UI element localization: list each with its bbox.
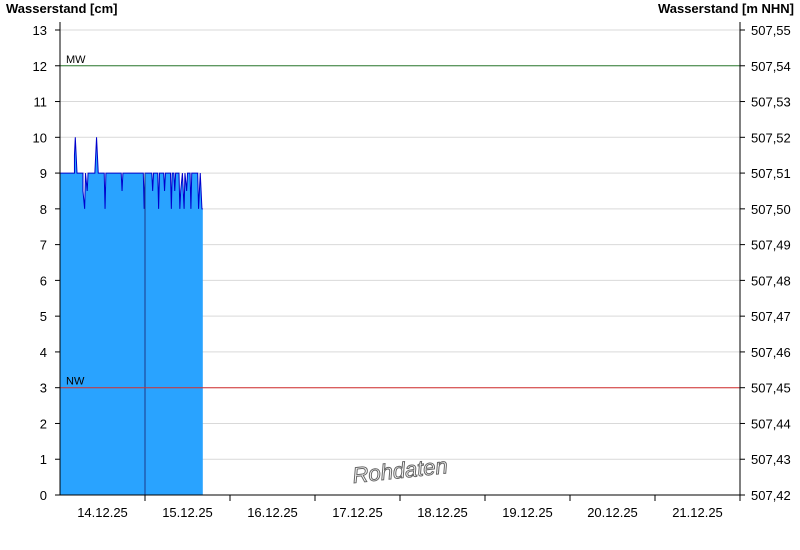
watermark-rohdaten: Rohdaten [351,453,449,488]
y-tick-label-left: 8 [40,202,47,217]
y-tick-label-left: 3 [40,381,47,396]
y-tick-label-right: 507,47 [751,309,791,324]
reference-label-nw: NW [66,376,85,388]
y-tick-label-right: 507,52 [751,130,791,145]
y-tick-label-left: 0 [40,488,47,503]
y-tick-label-right: 507,44 [751,416,791,431]
y-tick-label-left: 11 [34,95,48,110]
water-level-area [60,137,203,496]
y-tick-label-right: 507,51 [751,166,791,181]
y-tick-label-left: 2 [40,416,47,431]
y-tick-label-left: 12 [33,59,47,74]
x-tick-label: 21.12.25 [672,505,723,520]
y-tick-label-left: 5 [40,309,47,324]
y-tick-label-left: 1 [40,452,47,467]
y-tick-label-right: 507,50 [751,202,791,217]
y-tick-label-right: 507,55 [751,23,791,38]
reference-label-mw: MW [66,54,86,66]
y-tick-label-left: 13 [33,23,47,38]
y-tick-label-right: 507,43 [751,452,791,467]
y-tick-label-left: 10 [33,130,47,145]
y-tick-label-right: 507,54 [751,59,791,74]
y-tick-label-right: 507,49 [751,238,791,253]
x-tick-label: 20.12.25 [587,505,638,520]
x-tick-label: 15.12.25 [162,505,213,520]
y-tick-label-left: 4 [40,345,47,360]
x-tick-label: 18.12.25 [417,505,468,520]
y-tick-label-right: 507,42 [751,488,791,503]
x-ticks: 14.12.25 15.12.25 16.12.25 17.12.25 18.12.25… [77,495,741,520]
series-area [60,137,203,496]
y-tick-label-left: 7 [40,238,47,253]
x-tick-label: 17.12.25 [332,505,383,520]
x-tick-label: 14.12.25 [77,505,128,520]
x-tick-label: 16.12.25 [247,505,298,520]
x-tick-label: 19.12.25 [502,505,553,520]
y-ticks-left: 012345678910111213 [33,23,60,503]
y-ticks-right: 507,42 507,43 507,44 507,45 507,46 507,47 507,… [740,23,791,503]
water-level-chart: MWNW 012345678910111213 507,42507,43507,… [33,22,791,520]
y-tick-label-right: 507,46 [751,345,791,360]
y-tick-label-right: 507,45 [751,381,791,396]
y-tick-label-left: 6 [40,273,47,288]
y-tick-label-right: 507,53 [751,95,791,110]
y-tick-label-left: 9 [40,166,47,181]
y-tick-label-right: 507,48 [751,273,791,288]
